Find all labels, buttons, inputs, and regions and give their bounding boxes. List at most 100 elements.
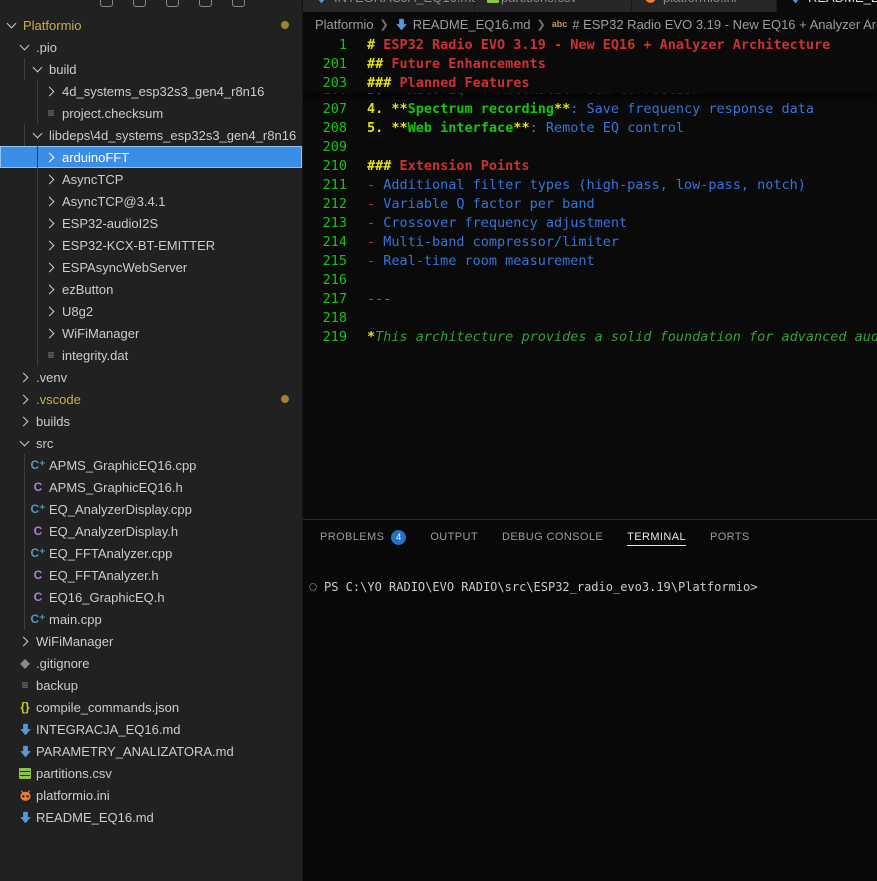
tree-item-label: ESPAsyncWebServer [62, 260, 187, 275]
new-file-icon[interactable] [100, 0, 113, 7]
tree-item-compile-commands-json[interactable]: {}compile_commands.json [0, 696, 302, 718]
tree-item-eq16-graphiceq-h[interactable]: CEQ16_GraphicEQ.h [0, 586, 302, 608]
tree-item-platformio[interactable]: Platformio [0, 14, 302, 36]
tree-item-integrity-dat[interactable]: ≡integrity.dat [0, 344, 302, 366]
panel-tab-label: OUTPUT [430, 529, 478, 545]
tree-item-label: EQ_AnalyzerDisplay.h [49, 524, 178, 539]
tree-item-wifimanager[interactable]: WiFiManager [0, 322, 302, 344]
line-number: 209 [303, 138, 347, 157]
chevron-right-icon [43, 215, 59, 231]
indent-guide [37, 234, 38, 256]
tree-item-asynctcp-3-4-1[interactable]: AsyncTCP@3.4.1 [0, 190, 302, 212]
tree-item-builds[interactable]: builds [0, 410, 302, 432]
code-line-216: 216 [303, 271, 877, 290]
editor-tab-bar[interactable]: INTEGRACJA_EQ16.md partitions.csv platform… [303, 0, 877, 12]
tree-item-arduinofft[interactable]: arduinoFFT [0, 146, 302, 168]
tab-label: partitions.csv [501, 0, 577, 5]
indent-guide [24, 498, 25, 520]
tree-item-espasyncwebserver[interactable]: ESPAsyncWebServer [0, 256, 302, 278]
tree-item-libdeps-4d-systems-esp32s3-gen4-r8n16[interactable]: libdeps\4d_systems_esp32s3_gen4_r8n16 [0, 124, 302, 146]
tree-item--venv[interactable]: .venv [0, 366, 302, 388]
markdown-arrow-icon [17, 809, 33, 825]
breadcrumb-symbol[interactable]: # ESP32 Radio EVO 3.19 - New EQ16 + Anal… [572, 17, 877, 32]
indent-guide [37, 212, 38, 234]
panel-tab-label: PORTS [710, 529, 750, 545]
panel-tab-ports[interactable]: PORTS [710, 520, 750, 554]
breadcrumb-file[interactable]: README_EQ16.md [413, 17, 531, 32]
tree-item-src[interactable]: src [0, 432, 302, 454]
tree-item-main-cpp[interactable]: C⁺main.cpp [0, 608, 302, 630]
panel-tab-terminal[interactable]: TERMINAL [627, 520, 686, 554]
symbol-text-icon: abc [552, 19, 568, 29]
tree-item-readme-eq16-md[interactable]: README_EQ16.md [0, 806, 302, 828]
panel-tab-label: PROBLEMS [320, 529, 384, 545]
tree-item-label: AsyncTCP@3.4.1 [62, 194, 166, 209]
more-actions-icon[interactable] [232, 0, 245, 7]
tree-item-eq-analyzerdisplay-cpp[interactable]: C⁺EQ_AnalyzerDisplay.cpp [0, 498, 302, 520]
tree-item-eq-fftanalyzer-h[interactable]: CEQ_FFTAnalyzer.h [0, 564, 302, 586]
new-folder-icon[interactable] [133, 0, 146, 7]
tree-item-esp32-audioi2s[interactable]: ESP32-audioI2S [0, 212, 302, 234]
chevron-down-icon [17, 39, 33, 55]
tree-item-label: partitions.csv [36, 766, 112, 781]
editor-tab-integracja_eq16.md[interactable]: INTEGRACJA_EQ16.md [303, 0, 475, 12]
tree-item-integracja-eq16-md[interactable]: INTEGRACJA_EQ16.md [0, 718, 302, 740]
tree-item-eq-fftanalyzer-cpp[interactable]: C⁺EQ_FFTAnalyzer.cpp [0, 542, 302, 564]
tab-label: platformio.ini [663, 0, 737, 5]
panel-tab-debug-console[interactable]: DEBUG CONSOLE [502, 520, 603, 554]
line-number: 211 [303, 176, 347, 195]
indent-guide [37, 256, 38, 278]
chevron-right-icon [43, 83, 59, 99]
git-modified-dot [281, 395, 289, 403]
indent-guide [24, 58, 25, 80]
code-line-213: 213- Crossover frequency adjustment [303, 214, 877, 233]
tree-item-label: EQ_FFTAnalyzer.h [49, 568, 159, 583]
refresh-icon[interactable] [166, 0, 179, 7]
tree-item-platformio-ini[interactable]: platformio.ini [0, 784, 302, 806]
breadcrumb-folder[interactable]: Platformio [315, 17, 374, 32]
tree-item-wifimanager[interactable]: WiFiManager [0, 630, 302, 652]
collapse-all-icon[interactable] [199, 0, 212, 7]
line-number: 206 [303, 93, 347, 100]
tree-item-partitions-csv[interactable]: partitions.csv [0, 762, 302, 784]
tree-item-eq-analyzerdisplay-h[interactable]: CEQ_AnalyzerDisplay.h [0, 520, 302, 542]
tree-item--gitignore[interactable]: ◆.gitignore [0, 652, 302, 674]
indent-guide [37, 102, 38, 124]
tree-item-label: .pio [36, 40, 57, 55]
tree-item-u8g2[interactable]: U8g2 [0, 300, 302, 322]
tree-item-ezbutton[interactable]: ezButton [0, 278, 302, 300]
terminal-content[interactable]: PS C:\YO RADIO\EVO RADIO\src\ESP32_radio… [303, 554, 877, 881]
editor-tab-partitions.csv[interactable]: partitions.csv [475, 0, 632, 12]
editor-tab-platformio.ini[interactable]: platformio.ini [632, 0, 777, 12]
tree-item-backup[interactable]: ≡backup [0, 674, 302, 696]
tree-item-parametry-analizatora-md[interactable]: PARAMETRY_ANALIZATORA.md [0, 740, 302, 762]
header-file-icon: C [30, 589, 46, 605]
editor-tab-readme_eq16.md[interactable]: README_EQ16.md [777, 0, 877, 12]
tree-item-label: .gitignore [36, 656, 89, 671]
editor[interactable]: 1# ESP32 Radio EVO 3.19 - New EQ16 + Ana… [303, 36, 877, 519]
indent-guide [37, 300, 38, 322]
cpp-file-icon: C⁺ [30, 457, 46, 473]
tree-item--vscode[interactable]: .vscode [0, 388, 302, 410]
tree-item-esp32-kcx-bt-emitter[interactable]: ESP32-KCX-BT-EMITTER [0, 234, 302, 256]
tree-item-apms-graphiceq16-h[interactable]: CAPMS_GraphicEQ16.h [0, 476, 302, 498]
command-decoration-icon [309, 583, 317, 591]
tree-item-apms-graphiceq16-cpp[interactable]: C⁺APMS_GraphicEQ16.cpp [0, 454, 302, 476]
platformio-alien-icon [642, 0, 658, 5]
cpp-file-icon: C⁺ [30, 545, 46, 561]
tree-item-build[interactable]: build [0, 58, 302, 80]
code-line-215: 215- Real-time room measurement [303, 252, 877, 271]
panel-tab-output[interactable]: OUTPUT [430, 520, 478, 554]
tree-item-project-checksum[interactable]: ≡project.checksum [0, 102, 302, 124]
indent-guide [24, 520, 25, 542]
panel-tab-problems[interactable]: PROBLEMS4 [320, 520, 406, 554]
chevron-down-icon [30, 127, 46, 143]
chevron-right-icon [43, 281, 59, 297]
chevron-right-icon [17, 369, 33, 385]
tree-item--pio[interactable]: .pio [0, 36, 302, 58]
tree-item-4d-systems-esp32s3-gen4-r8n16[interactable]: 4d_systems_esp32s3_gen4_r8n16 [0, 80, 302, 102]
file-lines-icon: ≡ [43, 105, 59, 121]
tree-item-asynctcp[interactable]: AsyncTCP [0, 168, 302, 190]
chevron-right-icon [43, 193, 59, 209]
tree-item-label: Platformio [23, 18, 82, 33]
